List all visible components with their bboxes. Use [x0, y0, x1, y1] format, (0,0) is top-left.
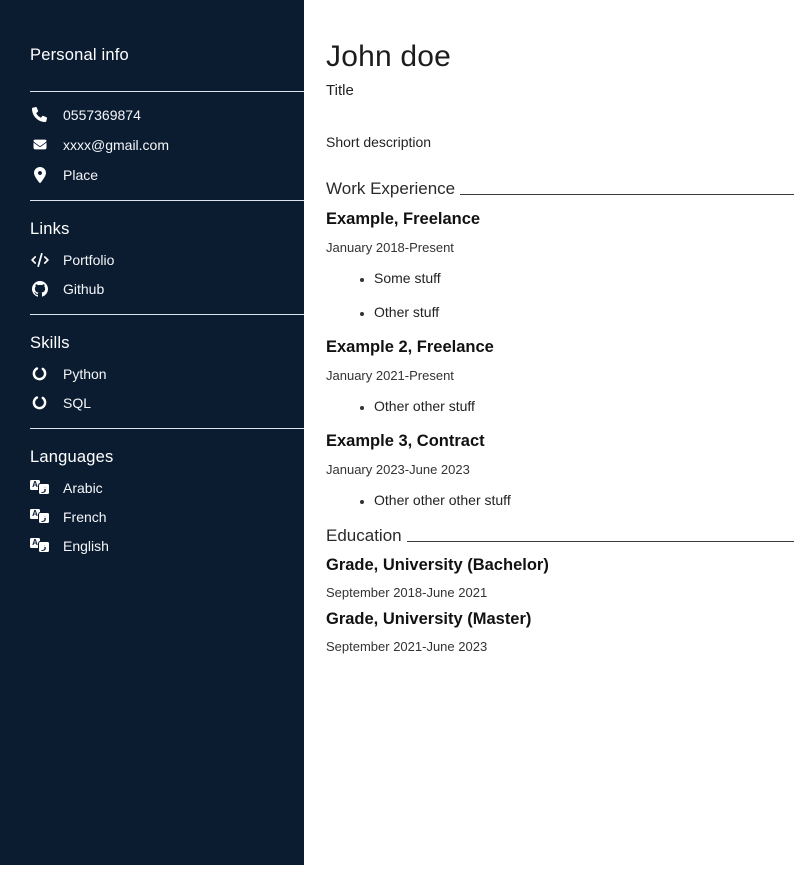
bullet-item: Other other other stuff	[374, 492, 794, 508]
github-row[interactable]: Github	[30, 280, 304, 297]
phone-number: 0557369874	[63, 107, 141, 123]
work-entry: Example, Freelance January 2018-Present …	[326, 210, 794, 320]
section-divider	[30, 91, 304, 92]
entry-date: January 2023-June 2023	[326, 462, 794, 477]
skill-row: Python	[30, 365, 304, 382]
languages-section: Aز Arabic Aز French Aز English	[30, 479, 304, 554]
translate-icon: Aز	[30, 509, 49, 524]
envelope-icon	[30, 138, 49, 151]
candidate-title: Title	[326, 82, 794, 99]
bullet-item: Other other stuff	[374, 398, 794, 414]
entry-bullets: Some stuff Other stuff	[326, 270, 794, 320]
bullet-item: Other stuff	[374, 304, 794, 320]
github-link[interactable]: Github	[63, 281, 104, 297]
skills-heading: Skills	[30, 334, 304, 353]
translate-icon: Aز	[30, 480, 49, 495]
code-icon	[30, 253, 49, 267]
portfolio-link[interactable]: Portfolio	[63, 252, 114, 268]
education-entry: Grade, University (Master) September 202…	[326, 610, 794, 654]
language-label: Arabic	[63, 480, 103, 496]
entry-title: Grade, University (Master)	[326, 610, 794, 629]
candidate-name: John doe	[326, 40, 794, 74]
entry-date: January 2021-Present	[326, 368, 794, 383]
entry-title: Example 3, Contract	[326, 432, 794, 451]
personal-info-heading: Personal info	[30, 46, 304, 65]
education-entry: Grade, University (Bachelor) September 2…	[326, 556, 794, 600]
sidebar: Personal info 0557369874 xxxx@gmail.com …	[0, 0, 304, 865]
circle-notch-icon	[30, 395, 49, 410]
phone-row: 0557369874	[30, 106, 304, 123]
location-label: Place	[63, 167, 98, 183]
entry-title: Grade, University (Bachelor)	[326, 556, 794, 575]
entry-title: Example, Freelance	[326, 210, 794, 229]
section-divider	[30, 200, 304, 201]
resume-main: John doe Title Short description Work Ex…	[304, 0, 794, 869]
bullet-item: Some stuff	[374, 270, 794, 286]
translate-icon: Aز	[30, 538, 49, 553]
language-label: English	[63, 538, 109, 554]
entry-bullets: Other other other stuff	[326, 492, 794, 508]
languages-heading: Languages	[30, 448, 304, 467]
work-entry: Example 3, Contract January 2023-June 20…	[326, 432, 794, 508]
skill-label: Python	[63, 366, 107, 382]
short-description: Short description	[326, 134, 794, 150]
skill-label: SQL	[63, 395, 91, 411]
personal-info-section: 0557369874 xxxx@gmail.com Place	[30, 106, 304, 183]
location-row: Place	[30, 166, 304, 183]
email-link[interactable]: xxxx@gmail.com	[63, 137, 169, 153]
skills-section: Python SQL	[30, 365, 304, 411]
work-experience-heading: Work Experience	[326, 179, 794, 199]
work-entry: Example 2, Freelance January 2021-Presen…	[326, 338, 794, 414]
education-heading: Education	[326, 526, 794, 546]
section-label: Work Experience	[326, 179, 455, 199]
skill-row: SQL	[30, 394, 304, 411]
phone-icon	[30, 107, 49, 122]
heading-rule	[460, 194, 794, 195]
links-section: Portfolio Github	[30, 251, 304, 297]
language-row: Aز English	[30, 537, 304, 554]
section-divider	[30, 314, 304, 315]
email-row: xxxx@gmail.com	[30, 136, 304, 153]
entry-date: September 2018-June 2021	[326, 585, 794, 600]
entry-bullets: Other other stuff	[326, 398, 794, 414]
links-heading: Links	[30, 220, 304, 239]
location-pin-icon	[30, 167, 49, 183]
heading-rule	[407, 541, 794, 542]
circle-notch-icon	[30, 366, 49, 381]
portfolio-row[interactable]: Portfolio	[30, 251, 304, 268]
entry-date: January 2018-Present	[326, 240, 794, 255]
language-label: French	[63, 509, 107, 525]
language-row: Aز Arabic	[30, 479, 304, 496]
entry-date: September 2021-June 2023	[326, 639, 794, 654]
section-label: Education	[326, 526, 402, 546]
entry-title: Example 2, Freelance	[326, 338, 794, 357]
language-row: Aز French	[30, 508, 304, 525]
github-icon	[30, 281, 49, 297]
section-divider	[30, 428, 304, 429]
